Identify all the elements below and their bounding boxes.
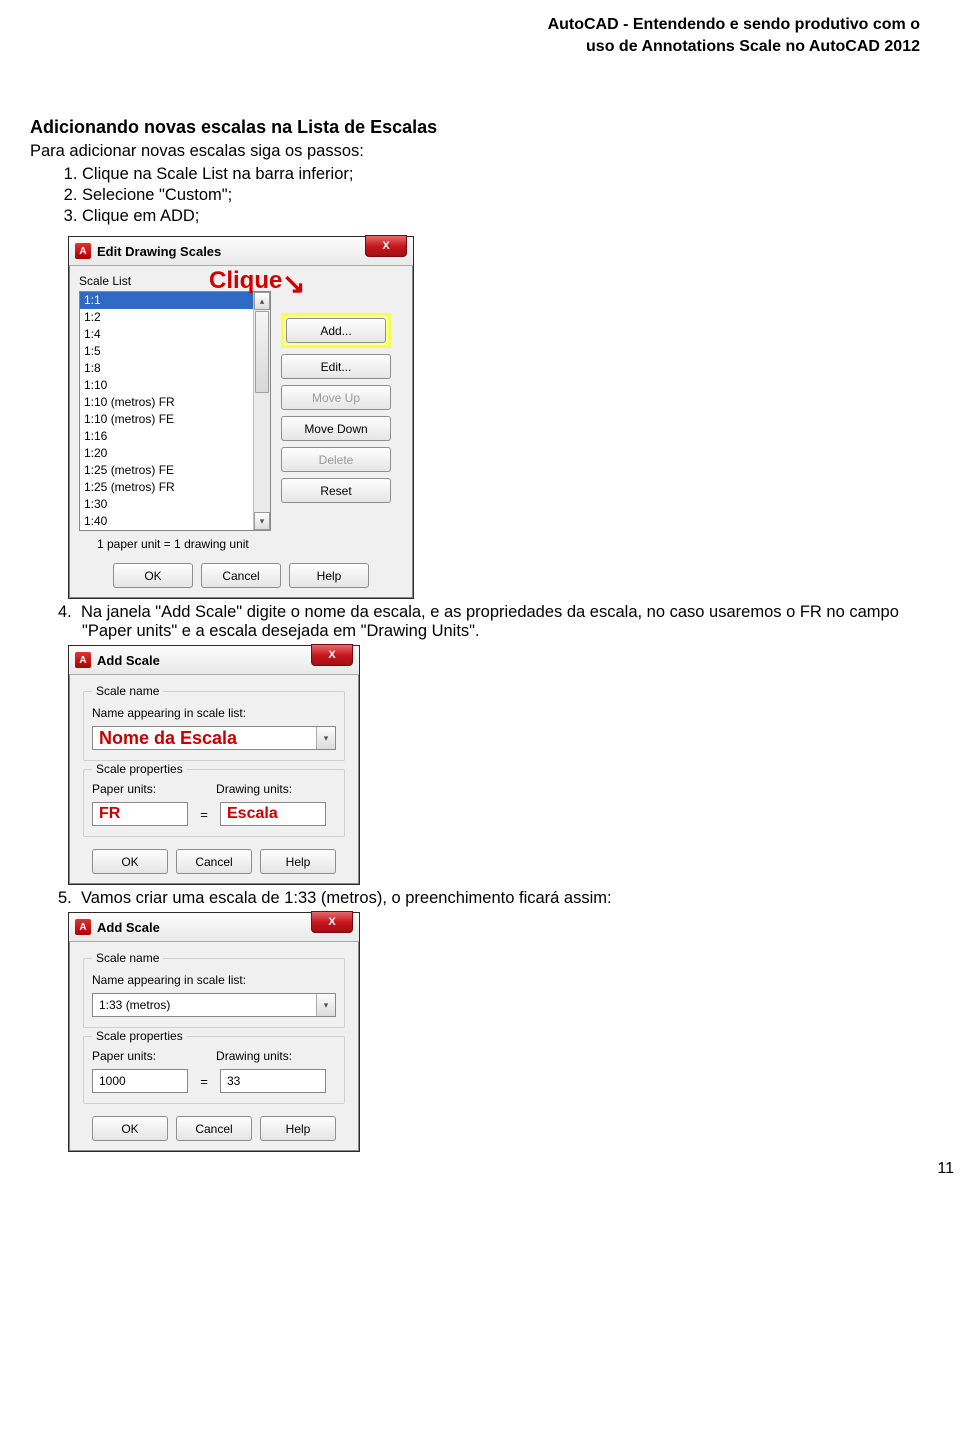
scale-properties-legend: Scale properties [92,762,187,776]
paper-units-value: 1000 [99,1074,126,1088]
add-scale-dialog-2: A Add Scale X Scale name Name appearing … [68,912,360,1152]
scale-name-value: Nome da Escala [99,728,237,749]
dialog-title: Edit Drawing Scales [97,244,221,259]
drawing-units-input[interactable]: 33 [220,1069,326,1093]
header-line2: uso de Annotations Scale no AutoCAD 2012 [30,36,920,58]
dialog-title: Add Scale [97,920,160,935]
edit-scales-dialog: A Edit Drawing Scales X Scale List Cliqu… [68,236,414,599]
list-item[interactable]: 1:4 [80,326,253,343]
status-text: 1 paper unit = 1 drawing unit [97,537,403,551]
header-line1: AutoCAD - Entendendo e sendo produtivo c… [30,14,920,36]
help-button[interactable]: Help [260,1116,336,1141]
clique-annotation: Clique [209,267,282,295]
drawing-units-label: Drawing units: [216,1049,292,1063]
name-label: Name appearing in scale list: [92,973,336,987]
ok-button[interactable]: OK [92,849,168,874]
reset-button[interactable]: Reset [281,478,391,503]
step-4: 4. Na janela "Add Scale" digite o nome d… [82,603,930,641]
intro-text: Para adicionar novas escalas siga os pas… [30,142,930,161]
scale-name-legend: Scale name [92,684,163,698]
paper-units-input[interactable]: 1000 [92,1069,188,1093]
movedown-button[interactable]: Move Down [281,416,391,441]
name-label: Name appearing in scale list: [92,706,336,720]
step-3: Clique em ADD; [82,207,930,226]
dialog-title: Add Scale [97,653,160,668]
drawing-units-value: 33 [227,1074,240,1088]
titlebar: A Add Scale X [69,646,359,675]
step-5: 5. Vamos criar uma escala de 1:33 (metro… [82,889,930,908]
cancel-button[interactable]: Cancel [201,563,281,588]
list-item[interactable]: 1:2 [80,309,253,326]
drawing-units-label: Drawing units: [216,782,292,796]
step-1: Clique na Scale List na barra inferior; [82,165,930,184]
help-button[interactable]: Help [289,563,369,588]
drawing-units-input[interactable]: Escala [220,802,326,826]
scale-name-value: 1:33 (metros) [99,998,170,1012]
paper-units-label: Paper units: [92,782,156,796]
paper-units-input[interactable]: FR [92,802,188,826]
help-button[interactable]: Help [260,849,336,874]
ok-button[interactable]: OK [113,563,193,588]
app-icon: A [75,243,91,259]
scroll-down-icon[interactable]: ▾ [254,512,270,530]
arrow-annotation: ↘ [282,267,305,300]
close-button[interactable]: X [311,644,353,666]
cancel-button[interactable]: Cancel [176,849,252,874]
paper-units-label: Paper units: [92,1049,156,1063]
add-button-highlight: Add... [281,313,391,348]
close-button[interactable]: X [311,911,353,933]
section-title: Adicionando novas escalas na Lista de Es… [30,117,930,138]
steps-list: Clique na Scale List na barra inferior; … [30,165,930,226]
scale-name-legend: Scale name [92,951,163,965]
scale-listbox[interactable]: 1:1 1:2 1:4 1:5 1:8 1:10 1:10 (metros) F… [79,291,271,531]
add-button[interactable]: Add... [286,318,386,343]
scale-name-input[interactable]: Nome da Escala ▾ [92,726,336,750]
moveup-button[interactable]: Move Up [281,385,391,410]
scale-properties-legend: Scale properties [92,1029,187,1043]
scrollbar[interactable]: ▴ ▾ [253,292,270,530]
titlebar: A Edit Drawing Scales X [69,237,413,266]
list-item[interactable]: 1:10 (metros) FR [80,394,253,411]
step-4-text: Na janela "Add Scale" digite o nome da e… [81,603,899,640]
titlebar: A Add Scale X [69,913,359,942]
list-item[interactable]: 1:25 (metros) FR [80,479,253,496]
list-item[interactable]: 1:10 (metros) FE [80,411,253,428]
step-5-num: 5. [58,889,72,907]
app-icon: A [75,919,91,935]
list-item[interactable]: 1:40 [80,513,253,530]
list-item[interactable]: 1:10 [80,377,253,394]
step-2: Selecione "Custom"; [82,186,930,205]
add-scale-dialog-1: A Add Scale X Scale name Name appearing … [68,645,360,885]
list-item[interactable]: 1:20 [80,445,253,462]
list-item[interactable]: 1:5 [80,343,253,360]
equals-label: = [198,807,210,822]
page-number: 11 [937,1160,954,1178]
scale-name-input[interactable]: 1:33 (metros) ▾ [92,993,336,1017]
chevron-down-icon[interactable]: ▾ [316,994,335,1016]
page-header: AutoCAD - Entendendo e sendo produtivo c… [30,0,930,57]
close-button[interactable]: X [365,235,407,257]
paper-units-value: FR [99,805,120,823]
ok-button[interactable]: OK [92,1116,168,1141]
scroll-thumb[interactable] [255,311,269,393]
chevron-down-icon[interactable]: ▾ [316,727,335,749]
step-5-text: Vamos criar uma escala de 1:33 (metros),… [81,889,612,907]
list-item[interactable]: 1:8 [80,360,253,377]
drawing-units-value: Escala [227,805,278,823]
edit-button[interactable]: Edit... [281,354,391,379]
app-icon: A [75,652,91,668]
step-4-num: 4. [58,603,72,621]
delete-button[interactable]: Delete [281,447,391,472]
equals-label: = [198,1074,210,1089]
cancel-button[interactable]: Cancel [176,1116,252,1141]
list-item[interactable]: 1:30 [80,496,253,513]
list-item[interactable]: 1:25 (metros) FE [80,462,253,479]
list-item[interactable]: 1:16 [80,428,253,445]
